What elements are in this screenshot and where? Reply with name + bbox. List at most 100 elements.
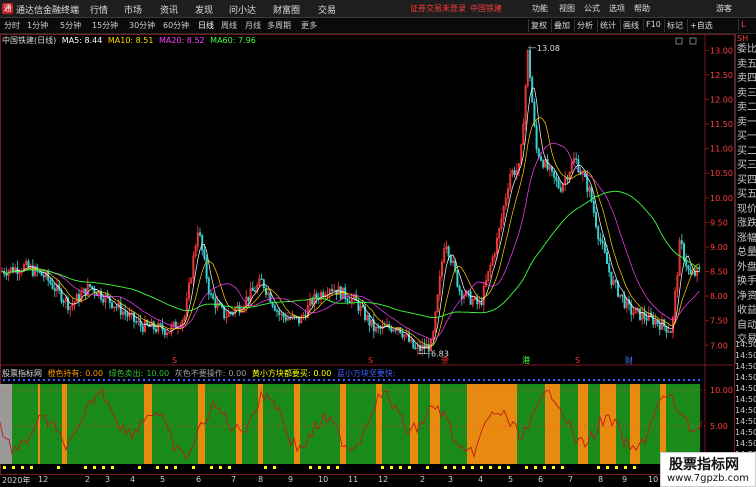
btn-draw[interactable]: 画线	[620, 19, 641, 32]
blue-square-mark	[68, 379, 70, 381]
blue-square-mark	[103, 379, 105, 381]
indicator-zone	[430, 384, 440, 464]
yellow-square-mark	[471, 466, 474, 469]
candle-body	[141, 326, 144, 332]
blue-square-mark	[53, 379, 55, 381]
menu-help[interactable]: 帮助	[634, 3, 650, 14]
period-30min[interactable]: 30分钟	[129, 20, 155, 31]
candle-body	[583, 173, 586, 178]
side-item-13: 涨幅	[737, 232, 756, 244]
blue-square-mark	[418, 379, 420, 381]
blue-square-mark	[498, 379, 500, 381]
menu-wealth[interactable]: 财富圈	[273, 3, 300, 16]
ind-green-label: 绿色卖出:	[108, 369, 144, 378]
blue-square-mark	[358, 379, 360, 381]
btn-restore-rights[interactable]: 复权	[528, 19, 549, 32]
menu-guest[interactable]: 游客	[716, 3, 732, 14]
btn-add-favorite[interactable]: +自选	[687, 19, 715, 32]
candle-body	[535, 125, 538, 150]
menu-trade[interactable]: 交易	[318, 3, 336, 16]
indicator-zone	[67, 384, 144, 464]
blue-square-mark	[253, 379, 255, 381]
period-5min[interactable]: 5分钟	[60, 20, 81, 31]
period-day[interactable]: 日线	[198, 20, 214, 31]
blue-square-mark	[548, 379, 550, 381]
blue-square-mark	[593, 379, 595, 381]
side-item-11: 现价	[737, 203, 756, 215]
period-15min[interactable]: 15分钟	[92, 20, 118, 31]
ind-gray-value: 0.00	[228, 369, 247, 378]
period-more[interactable]: 更多	[301, 20, 317, 31]
btn-analysis[interactable]: 分析	[574, 19, 595, 32]
clock-time: 14:50	[735, 373, 756, 382]
candle-body	[284, 316, 287, 321]
candle-body	[469, 291, 472, 305]
yellow-square-mark	[228, 466, 231, 469]
menu-formula[interactable]: 公式	[584, 3, 600, 14]
menu-function[interactable]: 功能	[532, 3, 548, 14]
side-item-5: 卖一	[737, 116, 756, 128]
candle-body	[390, 327, 393, 332]
blue-square-mark	[248, 379, 250, 381]
blue-square-mark	[623, 379, 625, 381]
blue-square-mark	[528, 379, 530, 381]
ind-gray-label: 灰色不要操作:	[174, 369, 226, 378]
side-item-0: 委比	[737, 44, 756, 55]
candle-body	[693, 271, 696, 276]
candle-body	[368, 315, 371, 326]
blue-square-mark	[553, 379, 555, 381]
period-multi[interactable]: 多周期	[267, 20, 291, 31]
blue-square-mark	[698, 379, 700, 381]
blue-square-mark	[243, 379, 245, 381]
menu-news[interactable]: 资讯	[160, 3, 178, 16]
yellow-square-mark	[336, 466, 339, 469]
candle-body	[89, 284, 92, 287]
candle-body	[414, 347, 417, 350]
period-week[interactable]: 周线	[221, 20, 237, 31]
event-marker: 奈	[441, 355, 449, 365]
blue-square-mark	[428, 379, 430, 381]
yellow-square-mark	[552, 466, 555, 469]
menu-market[interactable]: 市场	[124, 3, 142, 16]
blue-square-mark	[403, 379, 405, 381]
kline-chart-canvas[interactable]: 13.00 12.50 12.00 11.50 11.00 10.50 10.00 9.50 9…	[0, 34, 735, 475]
candle-body	[278, 310, 281, 316]
candle-body	[159, 323, 162, 326]
indicator-zone	[300, 384, 340, 464]
btn-extra[interactable]: L	[738, 19, 747, 30]
btn-f10[interactable]: F10	[643, 19, 663, 30]
blue-square-mark	[573, 379, 575, 381]
blue-square-mark	[333, 379, 335, 381]
menu-options[interactable]: 选项	[609, 3, 625, 14]
blue-square-mark	[188, 379, 190, 381]
period-60min[interactable]: 60分钟	[163, 20, 189, 31]
candle-body	[93, 287, 96, 294]
blue-square-mark	[463, 379, 465, 381]
ind-axis-label: 10.00	[710, 386, 733, 395]
candle-body	[592, 200, 595, 213]
period-timeshare[interactable]: 分时	[4, 20, 20, 31]
period-1min[interactable]: 1分钟	[27, 20, 48, 31]
btn-stats[interactable]: 统计	[597, 19, 618, 32]
indicator-name: 股票指标网	[2, 369, 42, 378]
period-month[interactable]: 月线	[245, 20, 261, 31]
menu-view[interactable]: 视图	[559, 3, 575, 14]
price-axis-label: 12.50	[710, 71, 733, 80]
menu-discover[interactable]: 发现	[195, 3, 213, 16]
blue-square-mark	[413, 379, 415, 381]
candle-body	[247, 296, 250, 301]
btn-mark[interactable]: 标记	[664, 19, 685, 32]
login-status[interactable]: 证券交易未登录	[410, 3, 466, 14]
side-item-7: 买二	[737, 145, 756, 157]
blue-square-mark	[678, 379, 680, 381]
menu-ask[interactable]: 问小达	[229, 3, 256, 16]
yellow-square-mark	[165, 466, 168, 469]
blue-square-mark	[78, 379, 80, 381]
menu-quotes[interactable]: 行情	[90, 3, 108, 16]
candle-body	[557, 180, 560, 189]
ind-orange-label: 橙色持有:	[47, 369, 83, 378]
yellow-square-mark	[426, 466, 429, 469]
btn-overlay[interactable]: 叠加	[551, 19, 572, 32]
blue-square-mark	[303, 379, 305, 381]
blue-square-mark	[373, 379, 375, 381]
